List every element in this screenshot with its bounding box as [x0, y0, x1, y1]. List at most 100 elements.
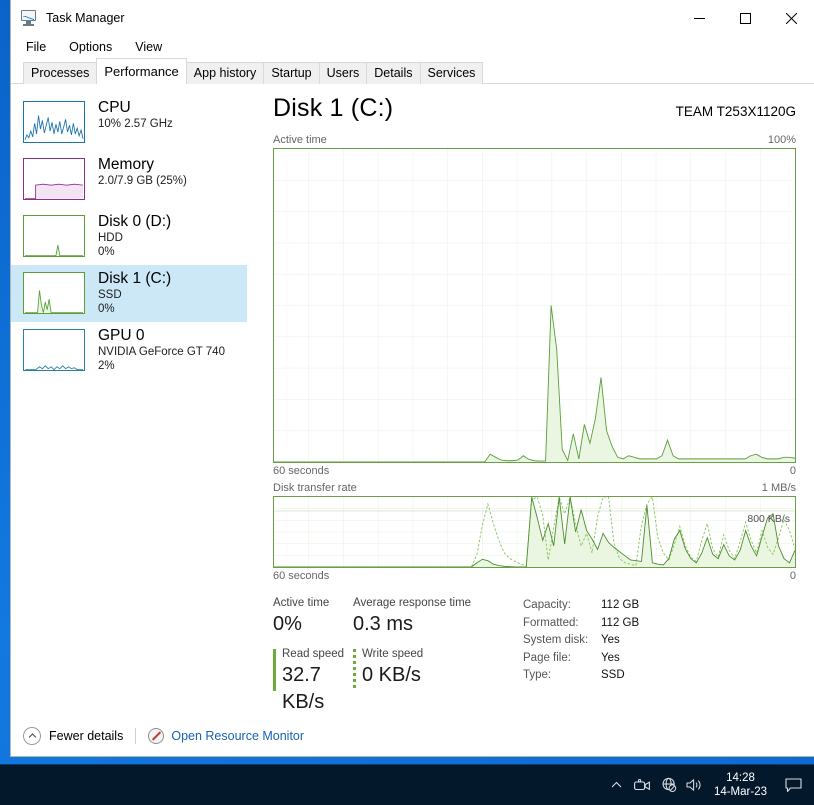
stat-active-time: Active time 0%	[273, 596, 353, 638]
active-time-graph-labels: Active time 100%	[273, 134, 796, 146]
stat-read-speed: Read speed 32.7 KB/s	[273, 647, 353, 716]
show-hidden-icons-button[interactable]	[604, 765, 630, 805]
screen: Task Manager File Options View Processes…	[0, 0, 814, 805]
sidebar-gpu0-model: NVIDIA GeForce GT 740	[98, 346, 225, 358]
sidebar-disk0-usage: 0%	[98, 246, 115, 258]
window-body: CPU 10% 2.57 GHz Memory 2.0/7.9 GB (25%)	[11, 84, 814, 716]
volume-tray-icon[interactable]	[682, 765, 708, 805]
detail-key-formatted: Formatted:	[523, 616, 579, 629]
detail-key-page-file: Page file:	[523, 651, 571, 664]
tab-strip: Processes Performance App history Startu…	[11, 58, 814, 84]
main-panel: Disk 1 (C:) TEAM T253X1120G Active time …	[247, 84, 814, 716]
main-header: Disk 1 (C:) TEAM T253X1120G	[273, 94, 796, 123]
sidebar-gpu0-title: GPU 0	[98, 327, 145, 344]
active-time-graph-axis: 60 seconds 0	[273, 465, 796, 477]
stats-speed-row: Read speed 32.7 KB/s Write speed 0 KB/s	[273, 647, 488, 716]
sidebar-cpu-sub: 10% 2.57 GHz	[98, 118, 173, 130]
speaker-icon	[686, 779, 701, 791]
stat-avg-response: Average response time 0.3 ms	[353, 596, 488, 638]
tab-performance[interactable]: Performance	[96, 58, 187, 84]
detail-key-type: Type:	[523, 669, 552, 681]
open-resource-monitor-label: Open Resource Monitor	[171, 729, 305, 743]
active-time-x-label: 60 seconds	[273, 465, 330, 477]
chevron-up-icon	[23, 727, 41, 745]
chevron-up-icon	[612, 781, 622, 788]
sidebar-disk0-type: HDD	[98, 232, 123, 244]
close-button[interactable]	[768, 0, 814, 36]
active-time-graph-label: Active time	[273, 134, 327, 146]
system-tray: 14:28 14-Mar-23	[604, 765, 814, 805]
network-tray-icon[interactable]	[656, 765, 682, 805]
transfer-rate-x-label: 60 seconds	[273, 570, 330, 582]
detail-row-type: Type: SSD	[523, 667, 639, 685]
menu-options[interactable]: Options	[66, 39, 115, 55]
tab-users[interactable]: Users	[318, 62, 368, 84]
detail-row-capacity: Capacity: 112 GB	[523, 597, 639, 615]
menu-bar: File Options View	[11, 36, 814, 58]
minimize-button[interactable]	[676, 0, 722, 36]
sidebar-item-memory[interactable]: Memory 2.0/7.9 GB (25%)	[11, 151, 247, 208]
sidebar-item-disk0[interactable]: Disk 0 (D:) HDD 0%	[11, 208, 247, 265]
minimize-icon	[693, 17, 705, 19]
sidebar-item-gpu0[interactable]: GPU 0 NVIDIA GeForce GT 740 2%	[11, 322, 247, 379]
maximize-icon	[739, 12, 751, 24]
disk1-thumbnail-graph	[23, 272, 85, 314]
sidebar-item-cpu[interactable]: CPU 10% 2.57 GHz	[11, 94, 247, 151]
tab-processes[interactable]: Processes	[23, 62, 98, 84]
tab-details[interactable]: Details	[366, 62, 421, 84]
open-resource-monitor-link[interactable]: Open Resource Monitor	[148, 728, 304, 744]
stats-area: Active time 0% Average response time 0.3…	[273, 596, 796, 716]
write-speed-indicator-bar	[353, 649, 356, 691]
stat-avg-response-value: 0.3 ms	[353, 613, 414, 635]
resource-sidebar: CPU 10% 2.57 GHz Memory 2.0/7.9 GB (25%)	[11, 84, 247, 716]
menu-view[interactable]: View	[132, 39, 165, 55]
camera-tray-icon[interactable]	[630, 765, 656, 805]
transfer-rate-graph-max: 1 MB/s	[761, 482, 796, 494]
detail-row-page-file: Page file: Yes	[523, 650, 639, 668]
tab-startup[interactable]: Startup	[263, 62, 320, 84]
active-time-min-label: 0	[789, 465, 796, 477]
disk-details-list: Capacity: 112 GB Formatted: 112 GB Syste…	[523, 596, 639, 716]
fewer-details-label: Fewer details	[49, 729, 124, 743]
sidebar-memory-sub: 2.0/7.9 GB (25%)	[98, 175, 187, 187]
sidebar-cpu-title: CPU	[98, 99, 131, 116]
detail-value-system-disk: Yes	[601, 634, 620, 646]
sidebar-item-disk1[interactable]: Disk 1 (C:) SSD 0%	[11, 265, 247, 322]
resource-monitor-icon	[148, 728, 165, 744]
detail-row-system-disk: System disk: Yes	[523, 632, 639, 650]
stat-write-speed-value: 0 KB/s	[362, 664, 421, 686]
active-time-graph[interactable]	[273, 148, 796, 463]
action-center-button[interactable]	[776, 765, 810, 805]
detail-key-capacity: Capacity:	[523, 599, 571, 611]
sidebar-disk0-title: Disk 0 (D:)	[98, 213, 172, 230]
stat-active-time-label: Active time	[273, 597, 330, 609]
stats-left-column: Active time 0% Average response time 0.3…	[273, 596, 488, 716]
detail-value-page-file: Yes	[601, 651, 620, 664]
menu-file[interactable]: File	[23, 39, 49, 55]
page-title: Disk 1 (C:)	[273, 94, 394, 122]
window-title: Task Manager	[46, 11, 125, 25]
tab-services[interactable]: Services	[419, 62, 484, 84]
active-time-graph-max: 100%	[767, 134, 796, 146]
stat-read-speed-label: Read speed	[282, 648, 345, 660]
stat-write-speed: Write speed 0 KB/s	[353, 647, 453, 716]
memory-thumbnail-graph	[23, 158, 85, 200]
maximize-button[interactable]	[722, 0, 768, 36]
transfer-rate-graph-axis: 60 seconds 0	[273, 570, 796, 582]
fewer-details-button[interactable]: Fewer details	[23, 727, 123, 745]
transfer-rate-min-label: 0	[789, 570, 796, 582]
transfer-rate-graph[interactable]: 800 KB/s	[273, 496, 796, 568]
taskbar: 14:28 14-Mar-23	[0, 764, 814, 805]
window-footer: Fewer details Open Resource Monitor	[11, 716, 814, 756]
notification-icon	[784, 777, 802, 792]
stat-read-speed-value: 32.7 KB/s	[282, 664, 325, 713]
camera-icon	[634, 778, 651, 790]
taskbar-date: 14-Mar-23	[713, 786, 767, 798]
close-icon	[785, 12, 797, 24]
sidebar-disk1-title: Disk 1 (C:)	[98, 270, 172, 287]
stat-active-time-value: 0%	[273, 613, 302, 635]
disk0-thumbnail-graph	[23, 215, 85, 257]
taskbar-clock[interactable]: 14:28 14-Mar-23	[708, 771, 776, 799]
read-speed-indicator-bar	[273, 649, 276, 691]
tab-app-history[interactable]: App history	[185, 62, 265, 84]
